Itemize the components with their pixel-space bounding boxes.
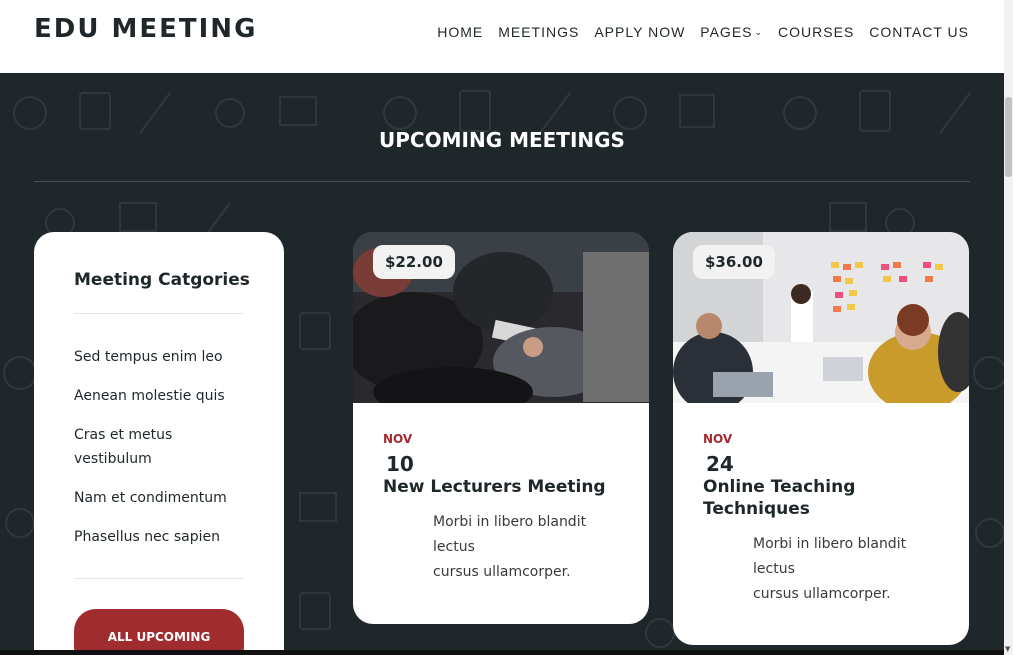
meeting-description-line: cursus ullamcorper. (753, 586, 891, 602)
nav-home[interactable]: HOME (437, 24, 483, 40)
categories-divider-bottom (74, 578, 244, 579)
categories-divider-top (74, 313, 244, 314)
main-nav: HOME MEETINGS APPLY NOW PAGES ⌄ COURSES C… (422, 24, 969, 40)
meeting-description-line: Morbi in libero blandit lectus (433, 514, 587, 555)
meeting-body: NOV 24 Online Teaching Techniques Morbi … (703, 432, 943, 607)
category-item[interactable]: Cras et metus vestibulum (74, 423, 254, 471)
meeting-day: 10 (386, 452, 414, 476)
vertical-scrollbar[interactable]: ▼ (1004, 0, 1013, 655)
upcoming-meetings-section: UPCOMING MEETINGS Meeting Catgories Sed … (0, 73, 1004, 655)
section-divider (34, 181, 970, 182)
meeting-month: NOV (383, 432, 413, 446)
scrollbar-thumb[interactable] (1005, 97, 1012, 177)
all-upcoming-meetings-button[interactable]: ALL UPCOMING MEETINGS (74, 609, 244, 655)
section-title: UPCOMING MEETINGS (379, 128, 625, 152)
site-logo[interactable]: EDU MEETING (34, 14, 257, 44)
scroll-down-arrow-icon[interactable]: ▼ (1005, 645, 1010, 653)
nav-meetings[interactable]: MEETINGS (498, 24, 579, 40)
meeting-description: Morbi in libero blandit lectus cursus ul… (433, 510, 623, 585)
meeting-description-line: Morbi in libero blandit lectus (753, 536, 907, 577)
nav-courses-label: COURSES (778, 24, 855, 40)
price-badge: $22.00 (373, 245, 455, 279)
meeting-month: NOV (703, 432, 733, 446)
category-item[interactable]: Sed tempus enim leo (74, 345, 254, 369)
nav-apply-now-label: APPLY NOW (594, 24, 686, 40)
categories-title: Meeting Catgories (74, 270, 250, 290)
meeting-description: Morbi in libero blandit lectus cursus ul… (753, 532, 943, 607)
category-item[interactable]: Phasellus nec sapien (74, 525, 254, 549)
meeting-card[interactable]: $36.00 NOV 24 Online Teaching Techniques… (673, 232, 969, 645)
site-header: EDU MEETING HOME MEETINGS APPLY NOW PAGE… (0, 0, 1004, 73)
meeting-card[interactable]: $22.00 NOV 10 New Lecturers Meeting Morb… (353, 232, 649, 624)
categories-card: Meeting Catgories Sed tempus enim leo Ae… (34, 232, 284, 655)
meeting-day: 24 (706, 452, 734, 476)
meeting-thumbnail[interactable]: $36.00 (673, 232, 969, 403)
categories-list: Sed tempus enim leo Aenean molestie quis… (74, 345, 254, 564)
nav-contact-us[interactable]: CONTACT US (869, 24, 969, 40)
meeting-title[interactable]: New Lecturers Meeting (383, 476, 623, 498)
category-item[interactable]: Aenean molestie quis (74, 384, 254, 408)
nav-apply-now[interactable]: APPLY NOW (594, 24, 685, 40)
meeting-description-line: cursus ullamcorper. (433, 564, 571, 580)
chevron-down-icon: ⌄ (754, 26, 764, 37)
price-badge: $36.00 (693, 245, 775, 279)
nav-pages-label: PAGES (700, 24, 753, 40)
nav-meetings-label: MEETINGS (498, 24, 580, 40)
nav-pages[interactable]: PAGES ⌄ (700, 24, 763, 40)
meeting-body: NOV 10 New Lecturers Meeting Morbi in li… (383, 432, 623, 585)
category-item[interactable]: Nam et condimentum (74, 486, 254, 510)
meeting-title[interactable]: Online Teaching Techniques (703, 476, 943, 520)
meeting-thumbnail[interactable]: $22.00 (353, 232, 649, 403)
nav-home-label: HOME (437, 24, 484, 40)
bottom-edge (0, 650, 1004, 655)
nav-courses[interactable]: COURSES (778, 24, 854, 40)
nav-contact-us-label: CONTACT US (869, 24, 969, 40)
